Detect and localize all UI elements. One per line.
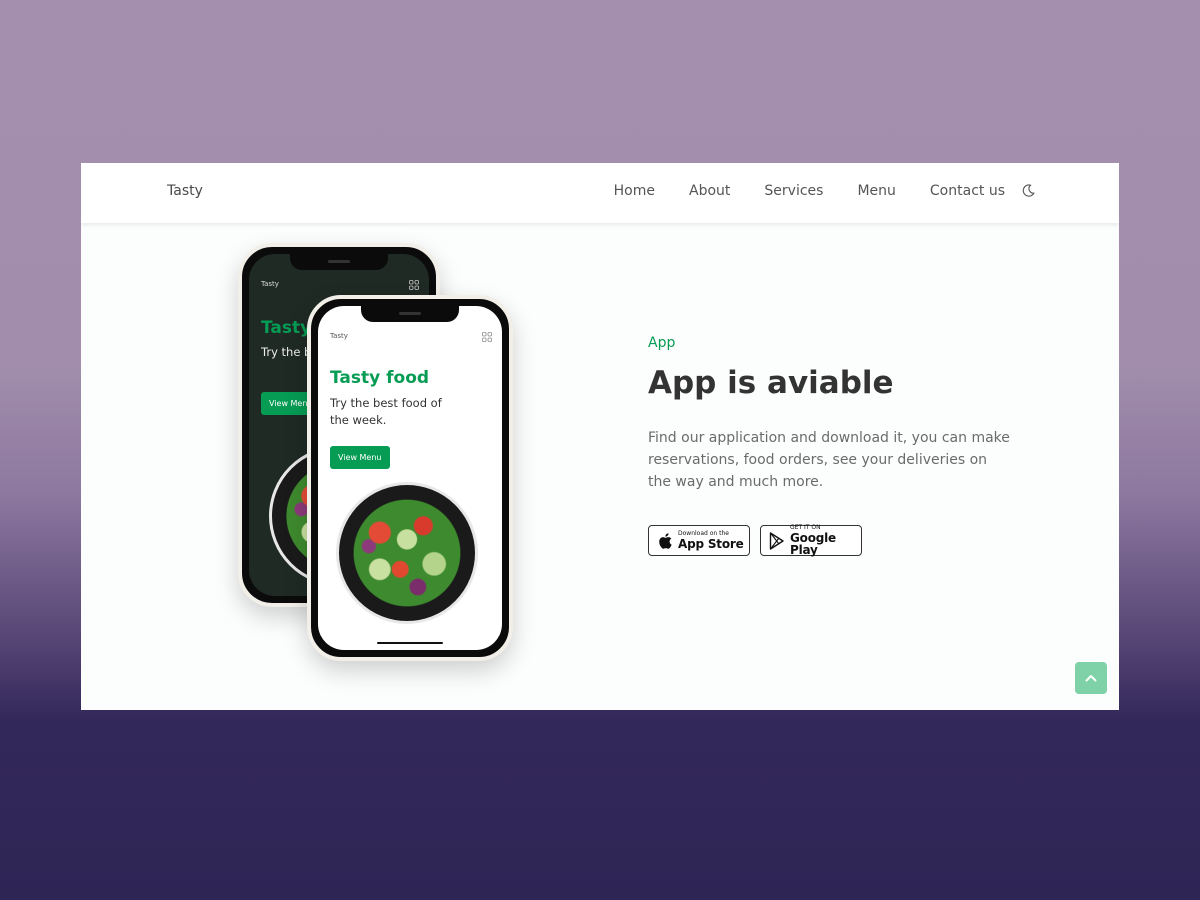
brand-logo[interactable]: Tasty (167, 183, 203, 199)
scroll-to-top-button[interactable] (1075, 662, 1107, 694)
google-play-big-text: Google Play (790, 531, 836, 557)
section-headline: App is aviable (648, 365, 894, 401)
app-store-button[interactable]: Download on the App Store (648, 525, 750, 556)
phone-title: Tasty (261, 318, 312, 338)
store-buttons: Download on the App Store GET IT ON Goog… (648, 525, 1028, 556)
salad-plate-image (336, 482, 478, 624)
navbar: Tasty Home About Services Menu Contact u… (81, 163, 1119, 223)
grid-icon (482, 332, 492, 342)
chevron-up-icon (1085, 675, 1097, 682)
section-eyebrow: App (648, 335, 676, 351)
phone-home-indicator (377, 642, 443, 644)
phone-view-menu-button: View Menu (330, 446, 390, 469)
phone-title: Tasty food (330, 368, 430, 388)
nav-menu: Home About Services Menu Contact us (580, 183, 1035, 199)
moon-icon[interactable] (1021, 184, 1035, 198)
app-section-frame: Tasty Home About Services Menu Contact u… (81, 163, 1119, 710)
nav-link-services[interactable]: Services (764, 183, 823, 199)
nav-link-home[interactable]: Home (614, 183, 655, 199)
phone-subtitle: Try the best food of the week. (330, 396, 442, 427)
section-description: Find our application and download it, yo… (648, 430, 1010, 490)
phone-notch (361, 306, 459, 322)
phone-brand: Tasty (261, 280, 279, 288)
grid-icon (409, 280, 419, 290)
google-play-icon (769, 531, 784, 550)
app-content: App App is aviable Find our application … (648, 335, 1028, 556)
phone-front: Tasty Tasty food Try the best food of th… (307, 295, 513, 661)
nav-link-menu[interactable]: Menu (857, 183, 895, 199)
apple-icon (659, 532, 672, 549)
phone-notch (290, 254, 388, 270)
phone-brand: Tasty (330, 332, 348, 340)
nav-link-contact[interactable]: Contact us (930, 183, 1005, 199)
app-store-big-text: App Store (678, 537, 744, 551)
nav-link-about[interactable]: About (689, 183, 730, 199)
phone-front-screen: Tasty Tasty food Try the best food of th… (318, 306, 502, 650)
google-play-button[interactable]: GET IT ON Google Play (760, 525, 862, 556)
app-mockup-image: Tasty Tasty Try the b the weel View Menu… (212, 237, 532, 697)
